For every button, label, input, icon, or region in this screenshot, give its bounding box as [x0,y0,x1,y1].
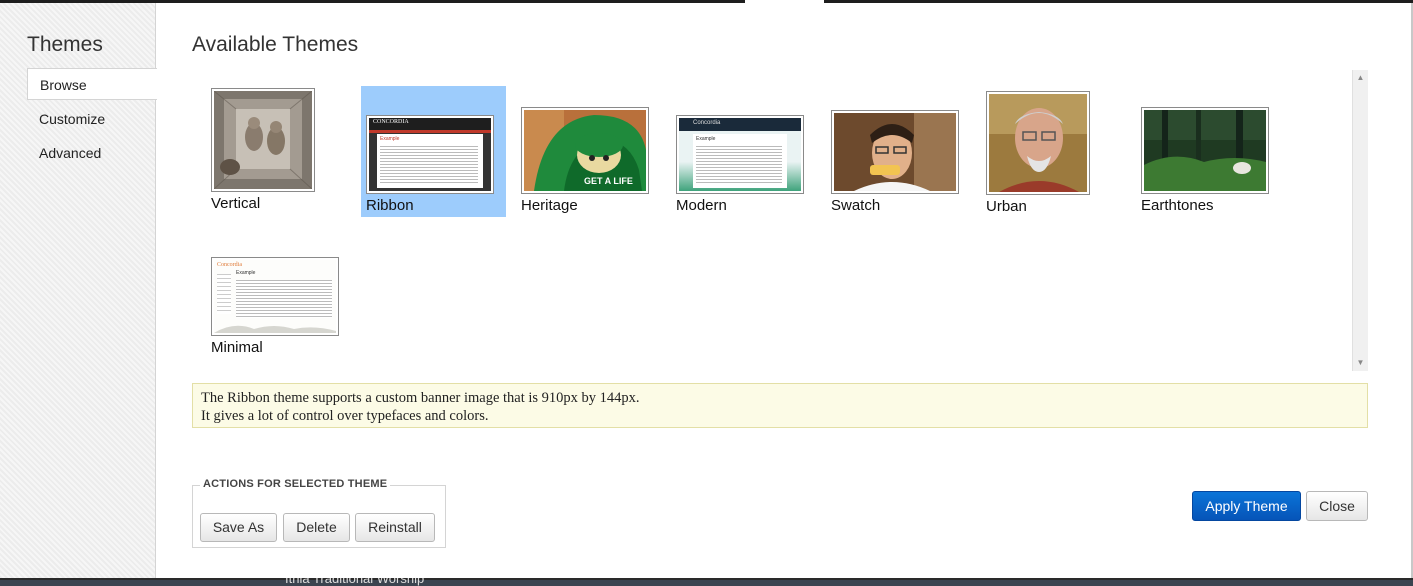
theme-grid-scrollbar[interactable]: ▲ ▼ [1352,70,1368,371]
green-cap-photo: GET A LIFE [524,110,646,191]
nav-item-browse[interactable]: Browse [27,68,157,100]
theme-label-modern: Modern [676,197,727,214]
theme-item-modern[interactable]: Concordia Example Modern [676,115,806,215]
save-as-button[interactable]: Save As [200,513,277,542]
theme-label-earthtones: Earthtones [1141,197,1214,214]
modern-thumb-title: Concordia [693,120,721,126]
theme-thumbnail-urban [986,91,1090,195]
theme-label-swatch: Swatch [831,197,881,214]
ribbon-thumb-title: CONCORDIA [373,119,409,125]
theme-thumbnail-ribbon: CONCORDIA Example [366,115,494,194]
theme-item-urban[interactable]: Urban [986,91,1096,215]
theme-grid: Vertical CONCORDIA Example Ribbon GET A … [192,70,1352,370]
apply-theme-button[interactable]: Apply Theme [1192,491,1301,521]
theme-thumbnail-vertical [211,88,315,192]
ribbon-thumb-heading: Example [380,136,400,142]
rats-photo [214,91,312,189]
scroll-down-icon[interactable]: ▼ [1353,357,1368,369]
theme-item-swatch[interactable]: Swatch [831,110,961,215]
theme-label-minimal: Minimal [211,339,263,356]
description-line-1: The Ribbon theme supports a custom banne… [201,390,640,406]
theme-item-minimal[interactable]: Concordia Example Minimal [211,257,341,360]
theme-thumbnail-minimal: Concordia Example [211,257,339,336]
theme-label-vertical: Vertical [211,195,261,212]
heritage-cap-text: GET A LIFE [584,176,633,186]
scroll-up-icon[interactable]: ▲ [1353,72,1368,84]
delete-button[interactable]: Delete [283,513,350,542]
theme-thumbnail-heritage: GET A LIFE [521,107,649,194]
minimal-hills-graphic [214,325,336,333]
theme-item-ribbon[interactable]: CONCORDIA Example Ribbon [361,86,506,217]
actions-legend: ACTIONS FOR SELECTED THEME [200,478,391,490]
page-title: Available Themes [192,33,359,56]
sidebar: Themes Browse Customize Advanced [0,3,157,578]
theme-thumbnail-swatch [831,110,959,194]
theme-label-ribbon: Ribbon [366,197,414,214]
theme-thumbnail-earthtones [1141,107,1269,194]
theme-label-urban: Urban [986,198,1027,215]
nav-item-customize[interactable]: Customize [27,103,155,135]
nav-item-advanced[interactable]: Advanced [27,137,155,169]
theme-description: The Ribbon theme supports a custom banne… [192,383,1368,428]
description-line-2: It gives a lot of control over typefaces… [201,408,489,424]
theme-item-heritage[interactable]: GET A LIFE Heritage [521,107,651,215]
theme-label-heritage: Heritage [521,197,578,214]
theme-item-vertical[interactable]: Vertical [211,88,321,216]
older-man-photo [989,94,1087,192]
man-eating-photo [834,113,956,191]
forest-photo [1144,110,1266,191]
theme-thumbnail-modern: Concordia Example [676,115,804,194]
themes-dialog: Themes Browse Customize Advanced Availab… [0,3,1413,578]
actions-fieldset: ACTIONS FOR SELECTED THEME Save As Delet… [192,478,446,548]
minimal-thumb-title: Concordia [217,262,242,268]
theme-item-earthtones[interactable]: Earthtones [1141,107,1271,215]
modern-thumb-heading: Example [696,136,716,142]
close-button[interactable]: Close [1306,491,1368,521]
reinstall-button[interactable]: Reinstall [355,513,435,542]
minimal-thumb-heading: Example [236,270,256,276]
sidebar-title: Themes [27,33,103,56]
